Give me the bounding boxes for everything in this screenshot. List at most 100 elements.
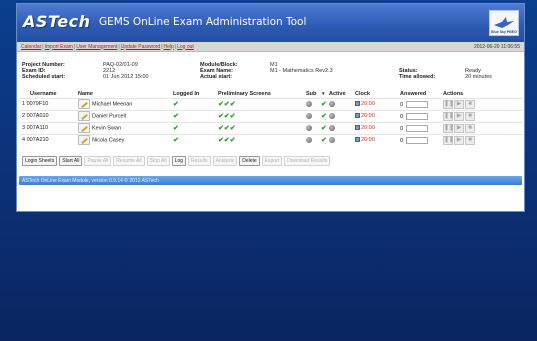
- row-index: 3: [22, 125, 26, 131]
- logged-in-check-icon: ✔: [173, 113, 179, 120]
- sub-check-icon: ✔: [321, 125, 327, 132]
- start-all-button[interactable]: Start All: [59, 156, 83, 166]
- answered-cell: 0: [398, 133, 441, 146]
- export-button[interactable]: Export: [261, 156, 283, 166]
- pause-icon[interactable]: ❚❚: [443, 99, 454, 109]
- play-icon[interactable]: ▶: [454, 99, 464, 109]
- answered-progress-input[interactable]: [406, 100, 429, 108]
- col-username[interactable]: Username: [20, 90, 76, 98]
- answered-progress-input[interactable]: [406, 136, 429, 144]
- play-icon[interactable]: ▶: [454, 111, 464, 121]
- sort-arrow-icon[interactable]: ▼: [319, 90, 327, 98]
- stop-icon[interactable]: ■: [465, 135, 475, 145]
- pause-icon[interactable]: ❚❚: [443, 135, 454, 145]
- name-cell: Michael Meenan: [76, 97, 171, 110]
- pause-all-button[interactable]: Pause All: [84, 156, 112, 166]
- scheduled-start-value: 01 Jun 2012 15:00: [103, 74, 149, 80]
- name-cell: Daniel Purcell: [76, 109, 171, 122]
- sub-check-cell: ✔: [319, 121, 327, 134]
- sub-check-cell: ✔: [319, 97, 327, 110]
- logged-in-check-icon: ✔: [173, 101, 179, 108]
- resume-all-button[interactable]: Resume All: [113, 156, 145, 166]
- clock-cell: 20:00: [353, 133, 398, 146]
- answered-count: 0: [400, 113, 404, 120]
- time-allowed-value: 20 minutes: [465, 74, 492, 80]
- clock-value: 20:00: [361, 101, 375, 107]
- edit-icon[interactable]: [78, 135, 90, 146]
- candidate-name: Nicola Casey: [92, 137, 125, 144]
- col-preliminary[interactable]: Preliminary Screens: [216, 90, 304, 98]
- col-name[interactable]: Name: [76, 90, 171, 98]
- pause-icon[interactable]: ❚❚: [443, 123, 454, 133]
- active-cell: [327, 133, 353, 146]
- delete-button[interactable]: Delete: [239, 156, 260, 166]
- stop-icon[interactable]: ■: [465, 111, 475, 121]
- sub-cell: [304, 109, 319, 122]
- username-cell: 2 007A010: [20, 109, 76, 122]
- log-button[interactable]: Log: [171, 156, 186, 166]
- play-icon[interactable]: ▶: [454, 123, 464, 133]
- actions-cell: ❚❚ ▶ ■: [441, 97, 523, 110]
- actions-cell: ❚❚ ▶ ■: [441, 109, 523, 122]
- edit-icon[interactable]: [78, 111, 90, 121]
- edit-icon[interactable]: [78, 123, 90, 133]
- username-value: 0079F10: [26, 101, 49, 107]
- row-index: 2: [22, 113, 26, 119]
- scheduled-start-label: Scheduled start:: [22, 74, 66, 80]
- exam-name-value: M1 - Mathematics Rev2.3: [270, 68, 333, 74]
- answered-count: 0: [400, 101, 404, 108]
- logged-in-check-icon: ✔: [173, 125, 179, 132]
- server-timestamp: 2012-06-20 11:06:55: [473, 43, 520, 50]
- stop-all-button[interactable]: Stop All: [146, 156, 170, 166]
- app-title: GEMS OnLine Exam Administration Tool: [99, 16, 307, 28]
- stop-icon[interactable]: ■: [465, 99, 475, 109]
- preliminary-cell: ✔✔✔: [216, 97, 304, 110]
- logged-in-cell: ✔: [171, 121, 216, 134]
- play-icon[interactable]: ▶: [454, 135, 464, 145]
- col-sub[interactable]: Sub: [304, 90, 319, 98]
- nav-import-exam-link[interactable]: Import Exam: [45, 44, 73, 50]
- login-sheets-button[interactable]: Login Sheets: [22, 156, 58, 166]
- actual-start-label: Actual start:: [200, 74, 233, 80]
- candidates-table: Username Name Logged In Preliminary Scre…: [20, 90, 523, 146]
- answered-progress-input[interactable]: [406, 124, 429, 132]
- exam-info-panel: Project Number: PAQ-02/01-09 Exam ID: 22…: [17, 52, 524, 88]
- row-index: 1: [22, 101, 26, 107]
- edit-icon[interactable]: [78, 99, 90, 109]
- nav-user-management-link[interactable]: User Management: [76, 44, 117, 50]
- logged-in-check-icon: ✔: [173, 137, 179, 145]
- pause-icon[interactable]: ❚❚: [443, 111, 454, 121]
- logged-in-cell: ✔: [171, 97, 216, 110]
- nav-links: Calendar | Import Exam | User Management…: [21, 44, 194, 50]
- nav-calendar-link[interactable]: Calendar: [21, 44, 41, 50]
- clock-icon: [355, 101, 360, 107]
- clock-cell: 20:00: [353, 97, 398, 110]
- sub-check-icon: ✔: [321, 137, 327, 145]
- col-clock[interactable]: Clock: [353, 90, 398, 98]
- clock-icon: [355, 137, 360, 143]
- partner-logo: Blue Sky PBEG: [489, 10, 519, 36]
- stop-icon[interactable]: ■: [465, 123, 475, 133]
- results-button[interactable]: Results: [187, 156, 211, 166]
- col-active[interactable]: Active: [327, 90, 353, 98]
- active-status-icon: [329, 124, 335, 131]
- clock-cell: 20:00: [353, 121, 398, 134]
- col-logged-in[interactable]: Logged In: [171, 90, 216, 98]
- clock-value: 20:00: [361, 125, 375, 131]
- download-results-button[interactable]: Download Results: [284, 156, 331, 166]
- nav-help-link[interactable]: Help: [164, 44, 174, 50]
- nav-logout-link[interactable]: Log out: [177, 44, 194, 50]
- footer-version-text: ASTech OnLine Exam Module, version 0.9.1…: [22, 177, 159, 184]
- preliminary-cell: ✔✔✔: [216, 133, 304, 146]
- table-row: 1 0079F10 Michael Meenan ✔ ✔✔✔ ✔ 20:00 0…: [20, 97, 523, 110]
- astech-logo: ASTech: [23, 12, 91, 31]
- time-allowed-label: Time allowed:: [399, 74, 436, 80]
- actions-cell: ❚❚ ▶ ■: [441, 121, 523, 134]
- clock-icon: [355, 113, 360, 119]
- analysis-button[interactable]: Analysis: [212, 156, 238, 166]
- nav-update-password-link[interactable]: Update Password: [121, 44, 160, 50]
- preliminary-checks-icon: ✔✔✔: [218, 101, 236, 108]
- answered-progress-input[interactable]: [406, 112, 429, 120]
- name-cell: Kevin Swan: [76, 121, 171, 134]
- col-answered[interactable]: Answered: [398, 90, 441, 98]
